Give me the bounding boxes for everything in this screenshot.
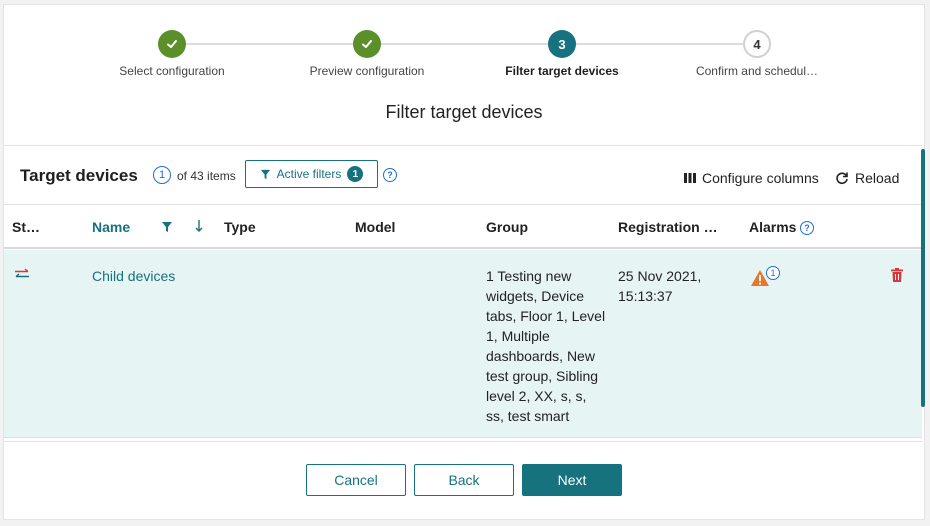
table-header: St… Name Type Model Group Registration ……	[4, 204, 922, 249]
step-label: Preview configuration	[309, 64, 425, 78]
wizard-dialog: Select configuration Preview configurati…	[3, 4, 925, 520]
sort-descending-icon[interactable]	[195, 219, 203, 233]
column-header-group[interactable]: Group	[486, 219, 528, 235]
column-header-model[interactable]: Model	[355, 219, 395, 235]
help-icon[interactable]: ?	[383, 168, 397, 182]
delete-icon[interactable]	[891, 268, 903, 282]
wizard-footer: Cancel Back Next	[4, 441, 922, 521]
registration-date: 25 Nov 2021, 15:13:37	[618, 268, 702, 304]
filter-icon	[260, 169, 270, 179]
active-filters-button[interactable]: Active filters 1	[245, 160, 378, 188]
step-select-configuration[interactable]: Select configuration	[82, 30, 262, 78]
selected-count-badge: 1	[153, 166, 171, 184]
step-label: Filter target devices	[505, 64, 619, 78]
step-number: 3	[548, 30, 576, 58]
alarms-help-icon[interactable]: ?	[800, 221, 814, 235]
scrollbar-thumb[interactable]	[921, 149, 925, 407]
next-button[interactable]: Next	[522, 464, 622, 496]
active-filters-count: 1	[347, 166, 364, 182]
step-filter-target-devices[interactable]: 3 Filter target devices	[472, 30, 652, 78]
back-button[interactable]: Back	[414, 464, 514, 496]
column-header-type[interactable]: Type	[224, 219, 256, 235]
alarm-indicator[interactable]: 1	[750, 266, 784, 288]
items-count: of 43 items	[177, 169, 236, 183]
step-confirm-and-schedule[interactable]: 4 Confirm and schedul…	[667, 30, 847, 78]
cancel-button[interactable]: Cancel	[306, 464, 406, 496]
device-name-link[interactable]: Child devices	[92, 266, 175, 286]
columns-icon	[684, 173, 696, 183]
column-header-name[interactable]: Name	[92, 219, 130, 235]
active-filters-label: Active filters	[276, 167, 342, 181]
panel-title: Target devices	[20, 166, 138, 185]
step-label: Confirm and schedul…	[695, 64, 819, 78]
check-icon	[353, 30, 381, 58]
table-row[interactable]: Child devices 1 Testing new widgets, Dev…	[4, 250, 922, 438]
stepper: Select configuration Preview configurati…	[4, 5, 924, 95]
column-header-registration[interactable]: Registration …	[618, 219, 718, 235]
step-label: Select configuration	[119, 64, 225, 78]
alarm-count-badge: 1	[766, 266, 780, 280]
configure-columns-label: Configure columns	[702, 170, 819, 186]
configure-columns-button[interactable]: Configure columns	[684, 170, 819, 186]
connection-status-icon	[15, 268, 29, 278]
step-number: 4	[743, 30, 771, 58]
target-devices-panel: Target devices 1 of 43 items Active filt…	[4, 145, 922, 441]
step-preview-configuration[interactable]: Preview configuration	[277, 30, 457, 78]
panel-toolbar: Target devices 1 of 43 items Active filt…	[4, 146, 922, 204]
column-filter-icon[interactable]	[161, 221, 173, 233]
check-icon	[158, 30, 186, 58]
reload-button[interactable]: Reload	[835, 170, 899, 186]
page-title: Filter target devices	[385, 102, 543, 122]
column-header-status[interactable]: St…	[12, 219, 40, 235]
reload-icon	[836, 172, 848, 185]
reload-label: Reload	[855, 170, 900, 186]
device-groups: 1 Testing new widgets, Device tabs, Floo…	[486, 268, 606, 424]
column-header-alarms[interactable]: Alarms	[749, 219, 796, 235]
